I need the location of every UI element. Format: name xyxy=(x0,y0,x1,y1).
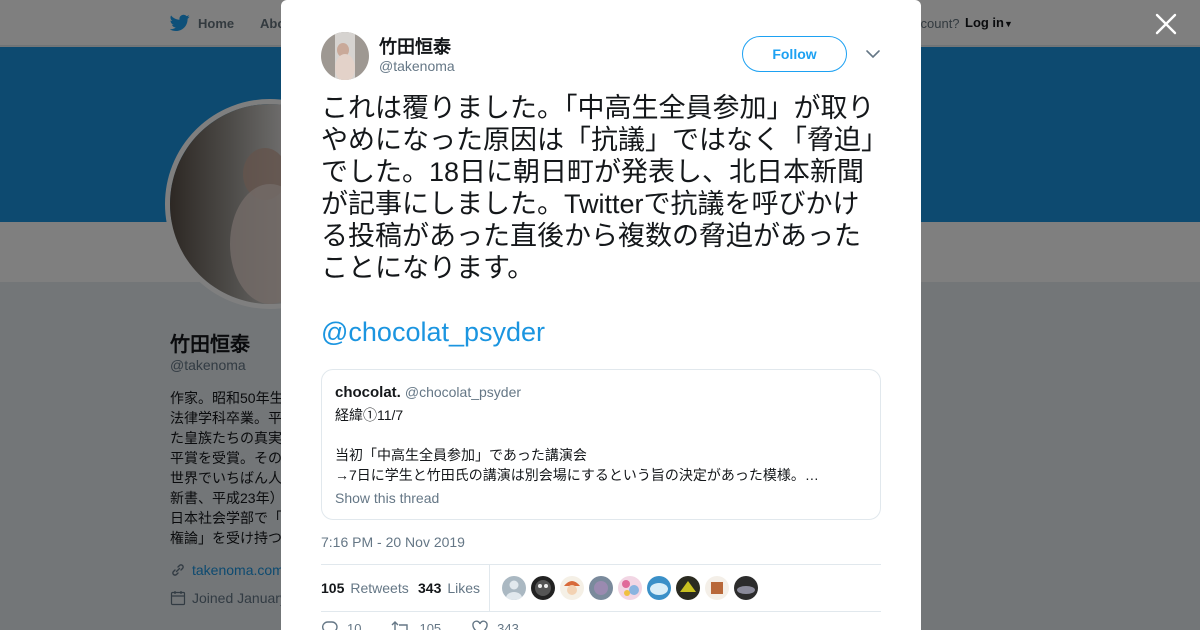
tweet-modal: 竹田恒泰 @takenoma Follow これは覆りました。「中高生全員参加」… xyxy=(281,0,921,630)
close-icon[interactable] xyxy=(1153,11,1179,37)
show-thread-link[interactable]: Show this thread xyxy=(335,490,439,506)
liker-avatars xyxy=(502,576,763,600)
liker-avatar[interactable] xyxy=(618,576,642,600)
liker-avatar[interactable] xyxy=(531,576,555,600)
reply-action[interactable]: 10 xyxy=(321,620,361,630)
retweets-stat[interactable]: 105 Retweets xyxy=(321,580,409,596)
liker-avatar[interactable] xyxy=(734,576,758,600)
tweet-text: これは覆りました。「中高生全員参加」が取りやめになった原因は「抗議」ではなく「脅… xyxy=(321,93,875,283)
tweet-timestamp[interactable]: 7:16 PM - 20 Nov 2019 xyxy=(321,534,465,550)
follow-button[interactable]: Follow xyxy=(742,36,847,72)
liker-avatar[interactable] xyxy=(676,576,700,600)
liker-avatar[interactable] xyxy=(560,576,584,600)
retweets-label: Retweets xyxy=(350,580,409,596)
like-action[interactable]: 343 xyxy=(471,620,519,630)
quoted-text-line: 当初「中高生全員参加」であった講演会 xyxy=(335,447,587,463)
stats-divider xyxy=(489,565,490,612)
heart-icon xyxy=(472,620,488,630)
like-count: 343 xyxy=(497,620,519,630)
tweet-stats: 105 Retweets 343 Likes xyxy=(321,564,881,612)
liker-avatar[interactable] xyxy=(502,576,526,600)
retweets-count: 105 xyxy=(321,580,345,596)
author-name[interactable]: 竹田恒泰 xyxy=(379,33,451,59)
likes-label: Likes xyxy=(447,580,481,596)
author-handle[interactable]: @takenoma xyxy=(379,58,455,74)
quoted-author-name: chocolat. xyxy=(335,384,401,401)
quoted-tweet[interactable]: chocolat. @chocolat_psyder 経緯①11/7 当初「中高生… xyxy=(321,369,881,520)
liker-avatar[interactable] xyxy=(705,576,729,600)
retweet-count: 105 xyxy=(419,620,442,630)
likes-count: 343 xyxy=(418,580,442,596)
author-avatar[interactable] xyxy=(321,32,369,80)
liker-avatar[interactable] xyxy=(589,576,613,600)
reply-icon xyxy=(322,621,338,630)
quoted-tweet-header: chocolat. @chocolat_psyder xyxy=(335,384,521,401)
tweet-actions: 10 105 343 xyxy=(321,620,519,630)
retweet-action[interactable]: 105 xyxy=(391,620,441,630)
mention-link[interactable]: @chocolat_psyder xyxy=(321,316,545,348)
chevron-down-icon[interactable] xyxy=(865,46,881,62)
likes-stat[interactable]: 343 Likes xyxy=(418,580,480,596)
quoted-text-line: 経緯①11/7 xyxy=(335,407,404,423)
author-avatar-photo xyxy=(321,32,369,80)
liker-avatar[interactable] xyxy=(647,576,671,600)
reply-count: 10 xyxy=(347,620,362,630)
quoted-text-line: →7日に学生と竹田氏の講演は別会場にするという旨の決定があった模様。… xyxy=(335,467,819,483)
quoted-author-handle: @chocolat_psyder xyxy=(404,384,522,400)
retweet-icon xyxy=(391,621,409,630)
